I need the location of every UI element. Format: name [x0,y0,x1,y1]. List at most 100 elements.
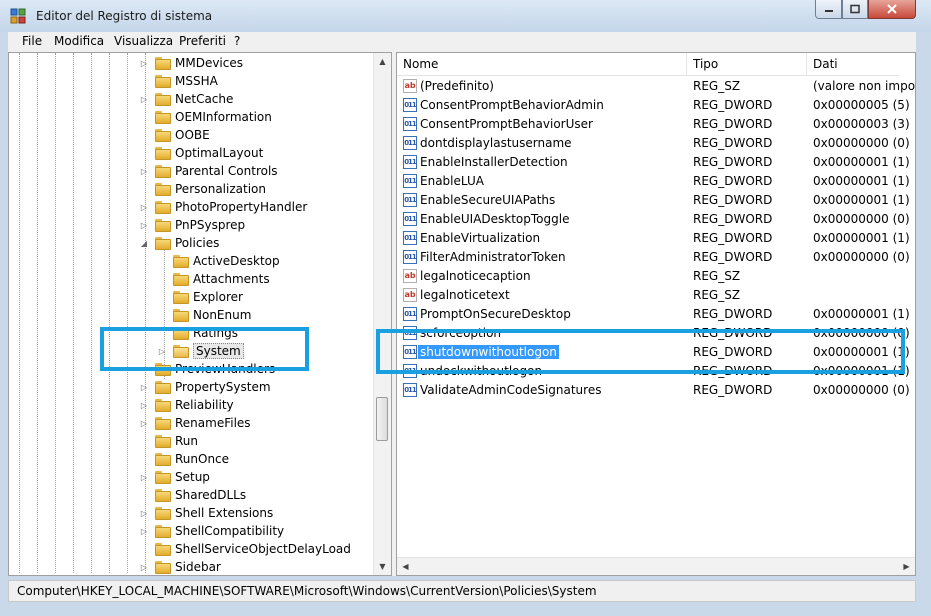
table-row[interactable]: 011 ConsentPromptBehaviorAdmin REG_DWORD 0x… [397,97,915,116]
folder-icon [173,327,189,340]
close-button[interactable] [868,0,916,19]
menu-visualizza[interactable]: Visualizza [114,34,173,48]
table-row[interactable]: 011 EnableVirtualization REG_DWORD 0x000000… [397,230,915,249]
folder-icon [155,111,171,124]
table-row[interactable]: ab legalnoticetext REG_SZ [397,287,915,306]
table-row[interactable]: 011 EnableLUA REG_DWORD 0x00000001 (1) [397,173,915,192]
folder-icon [155,363,171,376]
value-name: EnableLUA [420,174,484,188]
table-row[interactable]: ab legalnoticecaption REG_SZ [397,268,915,287]
value-data: 0x00000001 (1) [813,307,910,321]
tree-item-label: Shell Extensions [175,506,274,520]
tree-item-label: Setup [175,470,210,484]
tree-item-label: ActiveDesktop [193,254,280,268]
dword-value-icon: 011 [403,193,417,207]
maximize-button[interactable] [842,0,868,19]
dword-value-icon: 011 [403,98,417,112]
value-type: REG_DWORD [693,117,773,131]
expand-arrow-icon[interactable]: ▷ [139,401,149,411]
minimize-icon [824,10,833,12]
expand-arrow-icon[interactable]: ▷ [139,203,149,213]
table-row[interactable]: 011 EnableInstallerDetection REG_DWORD 0x00… [397,154,915,173]
tree-item-label: Reliability [175,398,234,412]
value-name: legalnoticecaption [420,269,531,283]
value-type: REG_DWORD [693,136,773,150]
column-nome[interactable]: Nome [397,53,687,75]
value-type: REG_DWORD [693,231,773,245]
minimize-button[interactable] [815,0,842,19]
tree-vertical-scrollbar[interactable]: ▲ ▼ [373,53,391,575]
expand-arrow-icon[interactable]: ▷ [139,383,149,393]
title-bar: Editor del Registro di sistema [0,0,931,32]
folder-icon [155,435,171,448]
expand-arrow-icon[interactable]: ▷ [139,509,149,519]
table-row[interactable]: 011 EnableUIADesktopToggle REG_DWORD 0x0000… [397,211,915,230]
values-list-pane[interactable]: Nome Tipo Dati ab (Predefinito) REG_SZ (val… [396,52,916,576]
folder-icon [155,75,171,88]
value-type: REG_SZ [693,269,741,283]
scroll-up-arrow-icon[interactable]: ▲ [374,53,391,70]
tree-item-label: Explorer [193,290,243,304]
folder-icon [155,237,171,250]
value-name: undockwithoutlogon [420,364,543,378]
value-type: REG_DWORD [693,250,773,264]
value-name: EnableInstallerDetection [420,155,568,169]
folder-icon [155,57,171,70]
value-name: ConsentPromptBehaviorUser [420,117,593,131]
column-header: Nome Tipo Dati [397,53,899,76]
expand-arrow-icon[interactable]: ▷ [139,167,149,177]
expand-arrow-icon[interactable]: ▷ [139,419,149,429]
dword-value-icon: 011 [403,250,417,264]
scroll-down-arrow-icon[interactable]: ▼ [374,558,391,575]
value-name: dontdisplaylastusername [420,136,572,150]
menu-modifica[interactable]: Modifica [54,34,104,48]
tree-item-label: PnPSysprep [175,218,246,232]
folder-icon [173,309,189,322]
tree-item-label: Attachments [193,272,270,286]
table-row[interactable]: ab(Predefinito) REG_SZ (valore non imposta… [397,78,915,97]
table-row[interactable]: 011 PromptOnSecureDesktop REG_DWORD 0x00000… [397,306,915,325]
value-type: REG_DWORD [693,345,773,359]
expand-arrow-icon[interactable]: ▷ [139,473,149,483]
table-row[interactable]: 011 shutdownwithoutlogon REG_DWORD 0x000000… [397,344,915,363]
tree-item-label: System [193,343,244,359]
status-path: Computer\HKEY_LOCAL_MACHINE\SOFTWARE\Mic… [17,584,597,598]
table-row[interactable]: 011 dontdisplaylastusername REG_DWORD 0x000… [397,135,915,154]
table-row[interactable]: 011 ValidateAdminCodeSignatures REG_DWORD 0… [397,382,915,401]
expand-arrow-icon[interactable]: ▷ [139,59,149,69]
value-type: REG_DWORD [693,364,773,378]
key-tree-pane[interactable]: ▷ MMDevices MSSHA ▷ NetCache OEMInformation OO… [8,52,392,576]
dword-value-icon: 011 [403,212,417,226]
expand-arrow-icon[interactable]: ▷ [139,527,149,537]
tree-item-label: Policies [175,236,220,250]
value-data: 0x00000005 (5) [813,98,910,112]
table-row[interactable]: 011 FilterAdministratorToken REG_DWORD 0x00… [397,249,915,268]
scroll-right-arrow-icon[interactable]: ▶ [898,558,915,575]
list-horizontal-scrollbar[interactable]: ◀ ▶ [397,557,915,575]
tree-item-label: Ratings [193,326,238,340]
expand-arrow-icon[interactable]: ▷ [139,563,149,573]
table-row[interactable]: 011 scforceoption REG_DWORD 0x00000000 (0) [397,325,915,344]
value-data: 0x00000001 (1) [813,364,910,378]
value-name: shutdownwithoutlogon [418,345,559,359]
column-tipo[interactable]: Tipo [687,53,807,75]
scroll-left-arrow-icon[interactable]: ◀ [397,558,414,575]
table-row[interactable]: 011 EnableSecureUIAPaths REG_DWORD 0x000000… [397,192,915,211]
table-row[interactable]: 011 ConsentPromptBehaviorUser REG_DWORD 0x0… [397,116,915,135]
dword-value-icon: 011 [403,174,417,188]
expand-arrow-icon[interactable]: ▷ [139,221,149,231]
expand-arrow-icon[interactable]: ▷ [157,347,167,357]
collapse-arrow-icon[interactable]: ◢ [139,239,149,249]
status-bar: Computer\HKEY_LOCAL_MACHINE\SOFTWARE\Mic… [8,580,916,602]
menu-help[interactable]: ? [234,34,240,48]
menu-preferiti[interactable]: Preferiti [179,34,226,48]
menu-file[interactable]: File [22,34,42,48]
value-type: REG_DWORD [693,307,773,321]
folder-icon [155,543,171,556]
column-dati[interactable]: Dati [807,53,915,75]
tree-scroll-thumb[interactable] [376,397,388,441]
value-data: 0x00000000 (0) [813,383,910,397]
table-row[interactable]: 011 undockwithoutlogon REG_DWORD 0x00000001… [397,363,915,382]
expand-arrow-icon[interactable]: ▷ [139,95,149,105]
dword-value-icon: 011 [403,155,417,169]
